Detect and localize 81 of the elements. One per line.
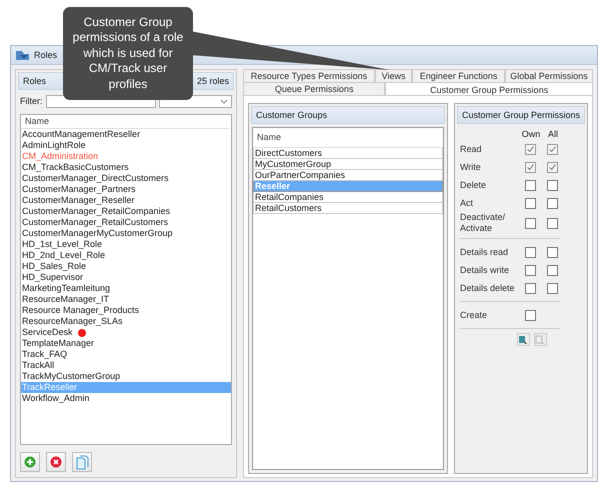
customer-group-item[interactable]: RetailCompanies [253, 192, 443, 203]
tab[interactable]: Resource Types Permissions [243, 69, 375, 82]
role-item[interactable]: CustomerManager_Partners [21, 184, 231, 195]
panel-title: Customer Group Permissions [462, 110, 580, 120]
role-item[interactable]: CM_TrackBasicCustomers [21, 162, 231, 173]
callout-tooltip: Customer Group permissions of a role which is used for CM/Track user profiles [63, 7, 193, 100]
window-title: Roles [34, 50, 58, 60]
copy-button[interactable] [72, 452, 92, 472]
role-item[interactable]: HD_1st_Level_Role [21, 239, 231, 250]
role-item[interactable]: Track_FAQ [21, 349, 231, 360]
panel-title: Customer Groups [256, 110, 328, 120]
checkbox[interactable] [525, 144, 536, 154]
permission-label: Write [460, 162, 481, 172]
customer-group-item[interactable]: DirectCustomers [253, 148, 443, 159]
permission-label: Create [460, 310, 487, 320]
checkbox[interactable] [547, 144, 558, 154]
checkbox[interactable] [525, 198, 536, 208]
list-cursor-icon [518, 334, 528, 344]
tab[interactable]: Global Permissions [505, 69, 593, 82]
filter-label: Filter: [20, 96, 42, 106]
checkbox[interactable] [525, 310, 536, 320]
role-count: 25 roles [196, 76, 229, 86]
checkbox[interactable] [525, 246, 536, 258]
role-item[interactable]: ServiceDesk [21, 327, 231, 338]
checkbox[interactable] [547, 282, 558, 294]
role-item[interactable]: HD_Supervisor [21, 272, 231, 283]
permission-label: Deactivate/ Activate [460, 212, 506, 234]
checkbox[interactable] [525, 218, 536, 228]
permission-label: Delete [460, 180, 486, 190]
permission-label: Read [460, 144, 482, 154]
tab[interactable]: Views [374, 69, 412, 82]
copy-icon [76, 454, 88, 470]
permission-label: Details delete [460, 282, 514, 294]
tab[interactable]: Engineer Functions [412, 69, 505, 82]
close-icon [50, 456, 62, 468]
role-item[interactable]: TrackAll [21, 360, 231, 371]
role-item[interactable]: CustomerManager_RetailCustomers [21, 217, 231, 228]
checkbox[interactable] [525, 162, 536, 172]
role-item[interactable]: Workflow_Admin [21, 393, 231, 404]
delete-button[interactable] [46, 452, 66, 472]
role-item[interactable]: Resource Manager_Products [21, 305, 231, 316]
column-header: Name [253, 128, 443, 148]
role-item[interactable]: CustomerManagerMyCustomerGroup [21, 228, 231, 239]
role-item[interactable]: AdminLightRole [21, 140, 231, 151]
checkbox[interactable] [525, 180, 536, 190]
chevron-down-icon [220, 98, 228, 104]
checkbox[interactable] [547, 198, 558, 208]
checkbox[interactable] [525, 264, 536, 276]
panel-title: Roles [23, 76, 46, 86]
add-button[interactable] [20, 452, 40, 472]
role-item[interactable]: ResourceManager_SLAs [21, 316, 231, 327]
customer-group-item[interactable]: MyCustomerGroup [253, 159, 443, 170]
tab[interactable]: Customer Group Permissions [385, 82, 593, 96]
column-label: Own [522, 129, 540, 139]
permission-label: Act [460, 198, 473, 208]
list-cursor-icon [535, 334, 546, 344]
column-header: Name [21, 115, 229, 129]
role-item[interactable]: TrackMyCustomerGroup [21, 371, 231, 382]
role-item[interactable]: ResourceManager_IT [21, 294, 231, 305]
checkbox[interactable] [547, 246, 558, 258]
role-item[interactable]: CustomerManager_DirectCustomers [21, 173, 231, 184]
role-item[interactable]: TemplateManager [21, 338, 231, 349]
customer-group-item[interactable]: RetailCustomers [253, 203, 443, 214]
role-item[interactable]: AccountManagementReseller [21, 129, 231, 140]
role-item[interactable]: HD_2nd_Level_Role [21, 250, 231, 261]
checkbox[interactable] [547, 218, 558, 228]
column-label: All [548, 129, 558, 139]
plus-icon [24, 456, 36, 468]
checkbox[interactable] [547, 264, 558, 276]
tab[interactable]: Queue Permissions [243, 82, 386, 95]
permission-label: Details read [460, 246, 508, 258]
role-item[interactable]: MarketingTeamleitung [21, 283, 231, 294]
role-item[interactable]: CustomerManager_Reseller [21, 195, 231, 206]
role-item[interactable]: CM_Administration [21, 151, 231, 162]
permission-label: Details write [460, 264, 509, 276]
checkbox[interactable] [525, 282, 536, 294]
checkbox[interactable] [547, 162, 558, 172]
checkbox[interactable] [547, 180, 558, 190]
role-item[interactable]: HD_Sales_Role [21, 261, 231, 272]
role-item[interactable]: CustomerManager_RetailCompanies [21, 206, 231, 217]
select-all-button[interactable] [516, 333, 530, 346]
